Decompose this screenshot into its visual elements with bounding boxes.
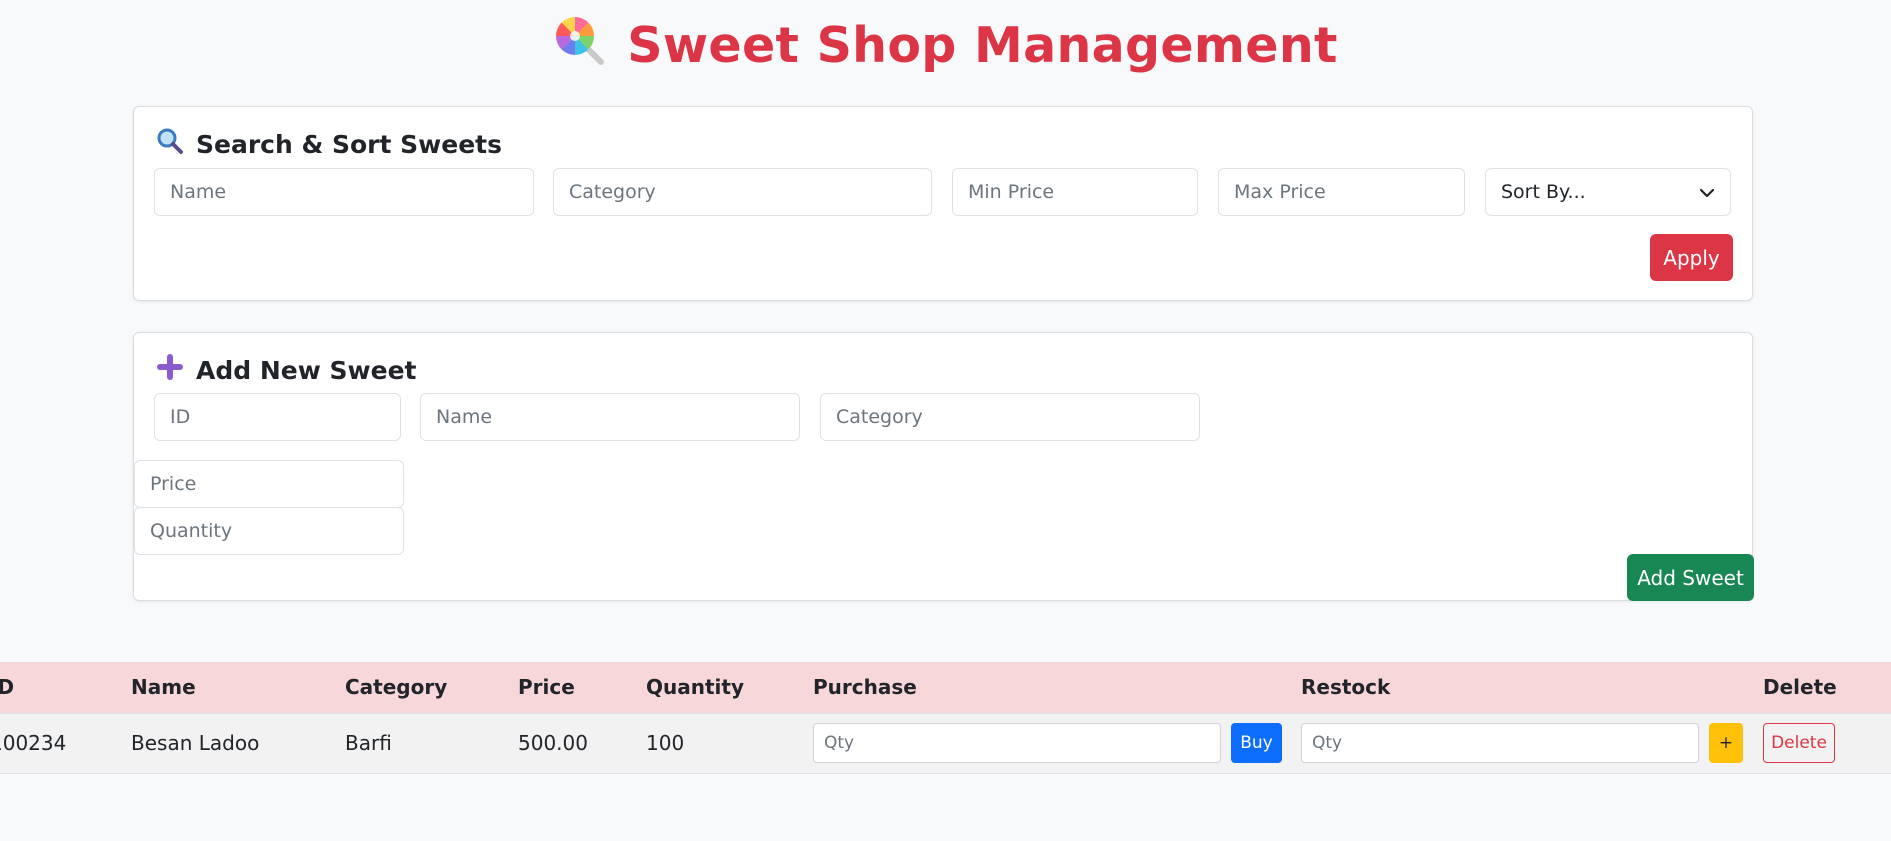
sweet-name-input[interactable] xyxy=(420,393,800,441)
apply-button[interactable]: Apply xyxy=(1650,234,1733,281)
sweet-id-input[interactable] xyxy=(154,393,401,441)
max-price-input[interactable] xyxy=(1218,168,1465,216)
add-sweet-title-text: Add New Sweet xyxy=(196,355,417,385)
sweets-table-wrap: ID Name Category Price Quantity Purchase… xyxy=(0,662,1891,774)
column-header-category: Category xyxy=(345,675,448,700)
sort-by-value: Sort By... xyxy=(1501,181,1586,203)
table-row: 100234 Besan Ladoo Barfi 500.00 100 Buy … xyxy=(0,713,1891,773)
buy-button[interactable]: Buy xyxy=(1231,723,1282,763)
cell-id: 100234 xyxy=(0,731,67,755)
search-sort-title: Search & Sort Sweets xyxy=(156,127,502,161)
search-sort-card: Search & Sort Sweets Sort By... Apply xyxy=(133,106,1753,301)
sort-by-select[interactable]: Sort By... xyxy=(1485,168,1731,216)
cell-quantity: 100 xyxy=(646,731,685,755)
cell-price: 500.00 xyxy=(518,731,588,755)
min-price-input[interactable] xyxy=(952,168,1198,216)
column-header-delete: Delete xyxy=(1763,675,1837,700)
page-title-text: Sweet Shop Management xyxy=(627,17,1338,74)
add-sweet-button[interactable]: Add Sweet xyxy=(1627,554,1754,601)
table-header-row: ID Name Category Price Quantity Purchase… xyxy=(0,662,1891,713)
plus-icon xyxy=(156,353,184,387)
chevron-down-icon xyxy=(1699,181,1715,203)
column-header-name: Name xyxy=(131,675,196,700)
restock-qty-input[interactable] xyxy=(1301,723,1699,763)
sweet-category-input[interactable] xyxy=(820,393,1200,441)
column-header-price: Price xyxy=(518,675,575,700)
column-header-restock: Restock xyxy=(1301,675,1391,700)
restock-button[interactable]: + xyxy=(1709,723,1743,763)
delete-button[interactable]: Delete xyxy=(1763,723,1835,763)
lollipop-icon xyxy=(553,14,605,78)
column-header-purchase: Purchase xyxy=(813,675,917,700)
search-sort-title-text: Search & Sort Sweets xyxy=(196,129,502,159)
sweet-quantity-input[interactable] xyxy=(134,507,404,555)
magnifier-icon xyxy=(156,127,184,161)
cell-name: Besan Ladoo xyxy=(131,731,260,755)
cell-purchase: Buy xyxy=(813,713,1301,773)
cell-delete: Delete xyxy=(1763,713,1891,773)
sweets-table: ID Name Category Price Quantity Purchase… xyxy=(0,662,1891,774)
add-sweet-title: Add New Sweet xyxy=(156,353,416,387)
column-header-quantity: Quantity xyxy=(646,675,744,700)
search-category-input[interactable] xyxy=(553,168,932,216)
add-sweet-card: Add New Sweet Add Sweet xyxy=(133,332,1754,601)
cell-category: Barfi xyxy=(345,731,392,755)
sweet-price-input[interactable] xyxy=(134,460,404,508)
column-header-id: ID xyxy=(0,675,15,700)
cell-restock: + xyxy=(1301,713,1763,773)
page-title: Sweet Shop Management xyxy=(0,14,1891,78)
search-name-input[interactable] xyxy=(154,168,534,216)
purchase-qty-input[interactable] xyxy=(813,723,1221,763)
